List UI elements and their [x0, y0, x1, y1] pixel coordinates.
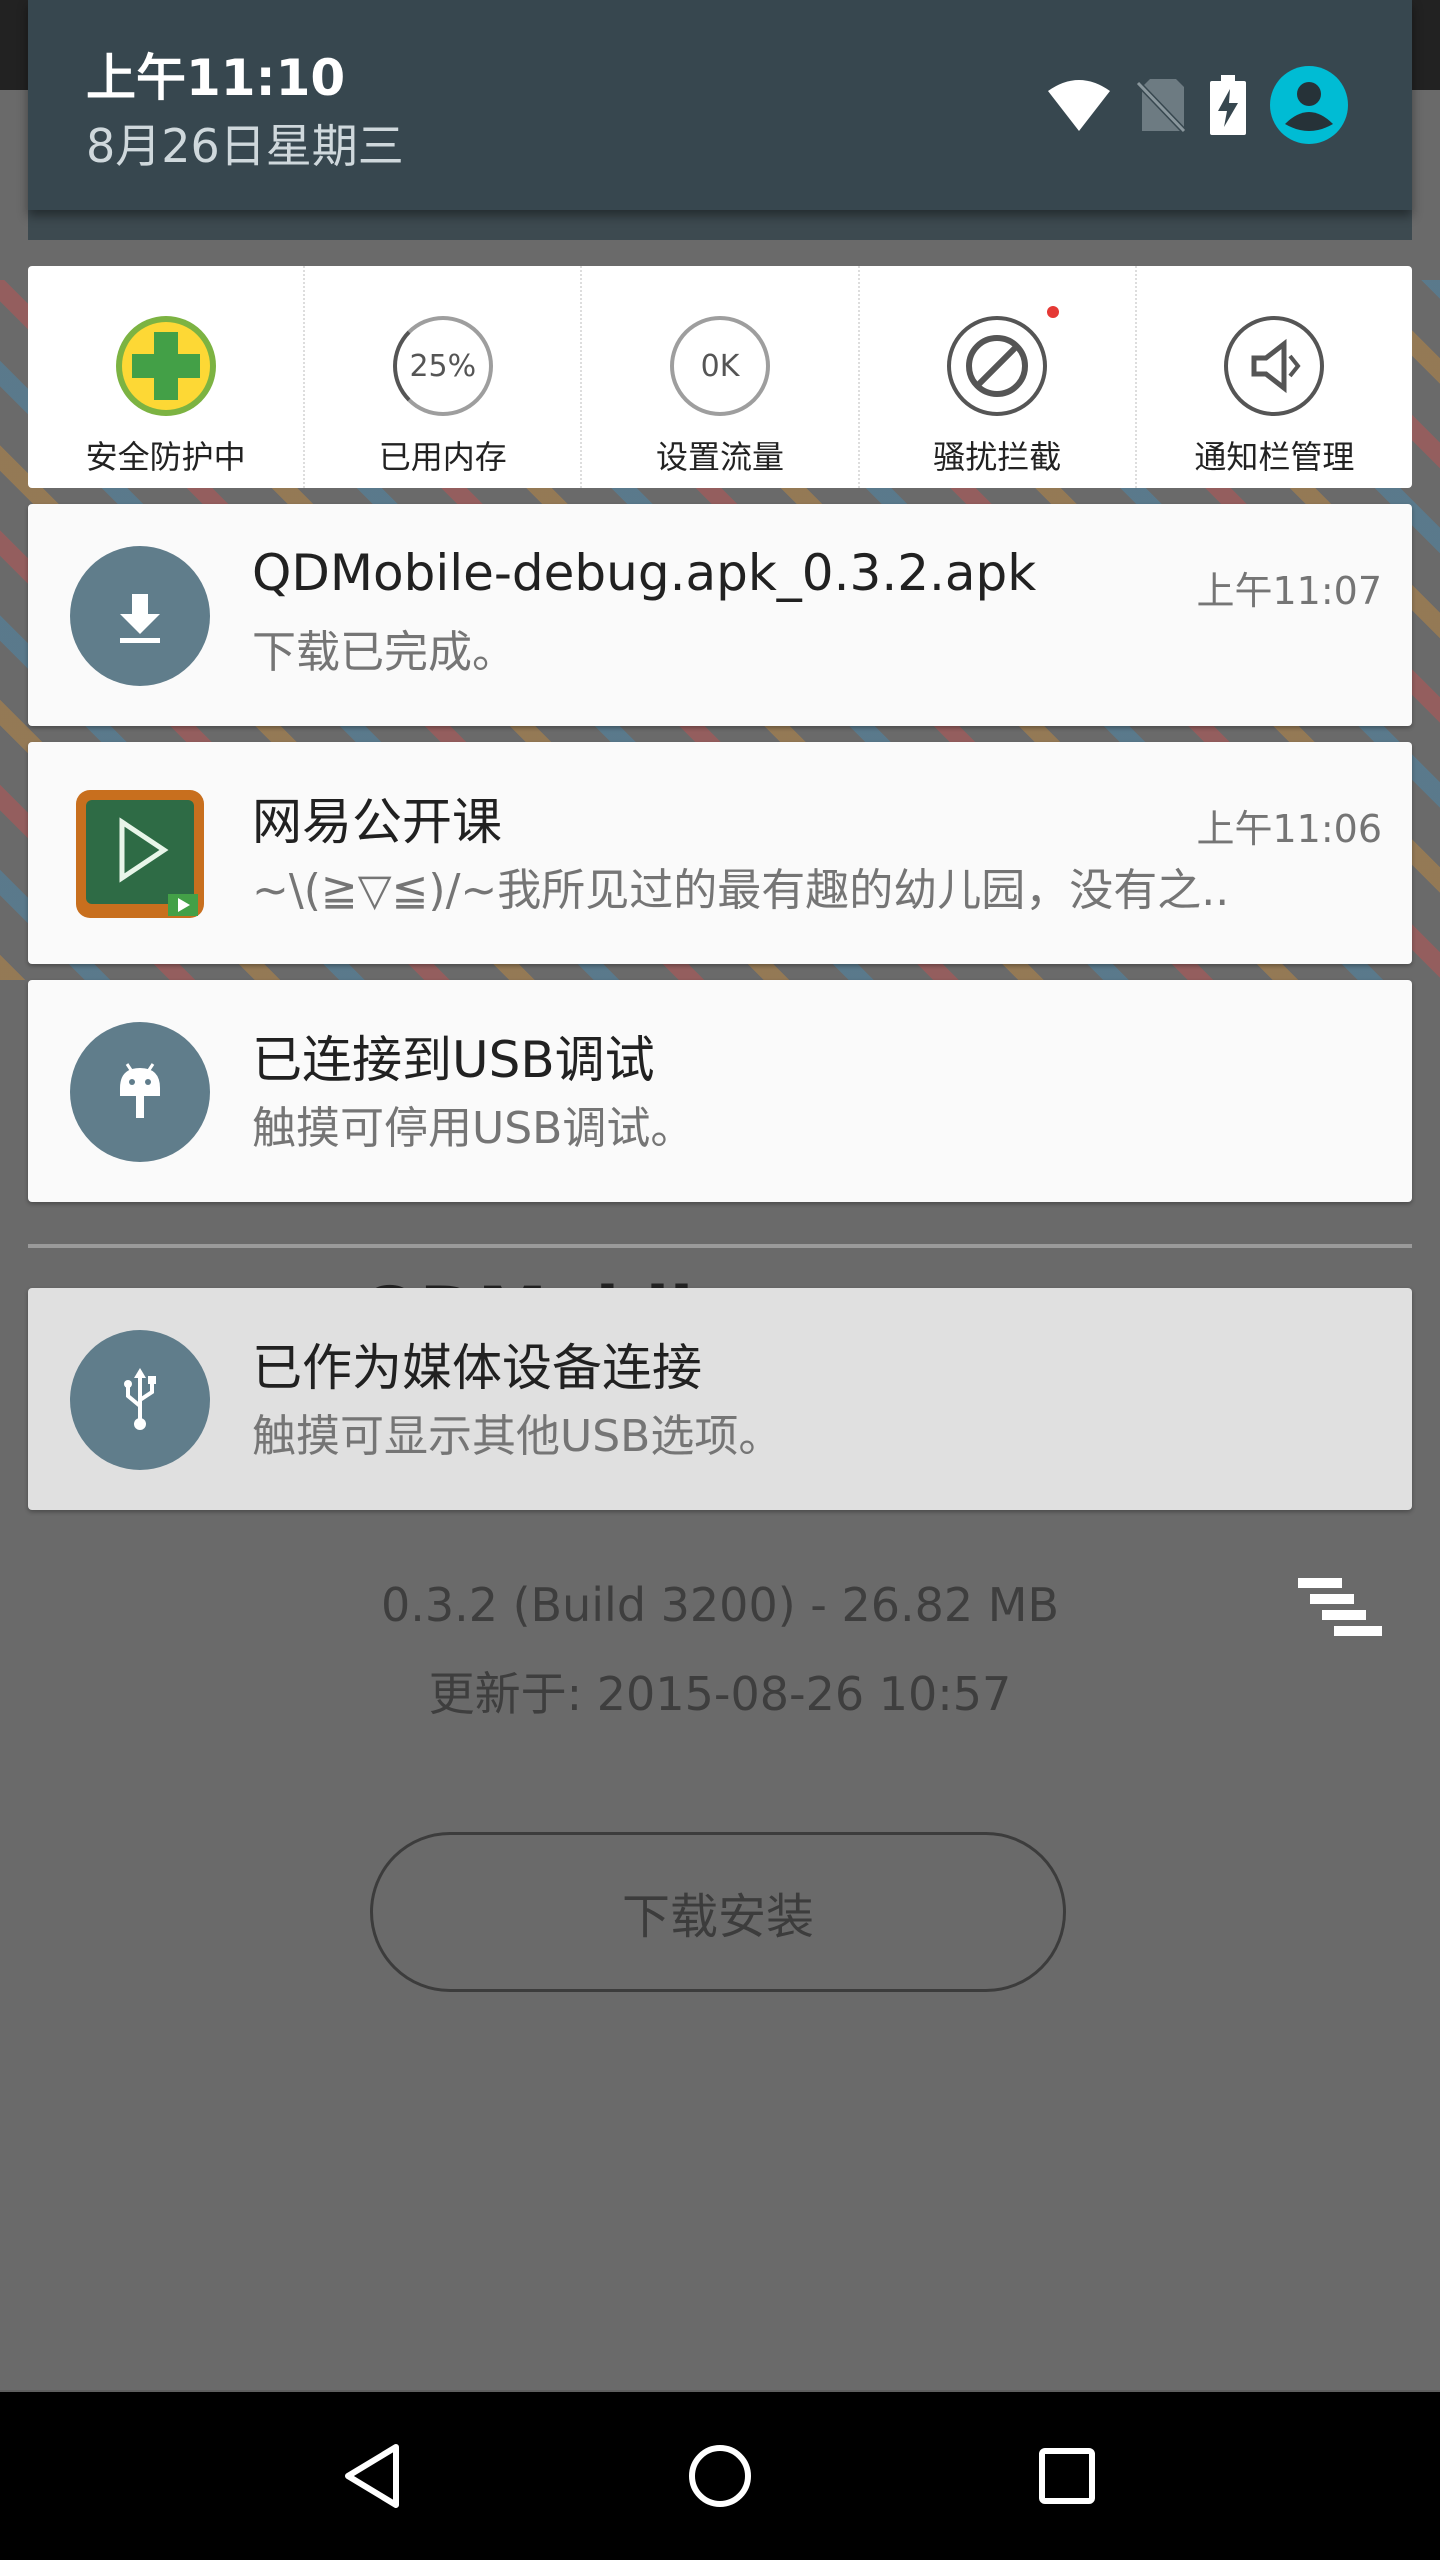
qs-block[interactable]: 骚扰拦截 — [860, 266, 1137, 488]
menu-icon[interactable] — [1298, 1578, 1382, 1638]
quick-settings-panel: 安全防护中 25% 已用内存 0K 设置流量 骚扰拦截 通知栏管理 — [28, 266, 1412, 488]
qs-data[interactable]: 0K 设置流量 — [582, 266, 860, 488]
usb-icon — [70, 1330, 210, 1470]
navigation-bar — [0, 2392, 1440, 2560]
home-icon — [688, 2445, 751, 2507]
shield-plus-icon — [114, 314, 218, 418]
home-button[interactable] — [680, 2436, 760, 2516]
notification-text: 下载已完成。 — [252, 627, 516, 678]
back-icon — [345, 2444, 400, 2508]
notification-163-open-course[interactable]: 网易公开课 ~\(≧▽≦)/~我所见过的最有趣的幼儿园，没有之.. 上午11:0… — [28, 742, 1412, 964]
notification-time: 上午11:07 — [1196, 569, 1382, 613]
status-header: 上午11:10 8月26日星期三 — [28, 0, 1412, 210]
background-divider — [28, 1244, 1412, 1248]
wifi-icon — [1046, 77, 1112, 137]
notification-title: 网易公开课 — [252, 793, 502, 851]
qs-label: 安全防护中 — [85, 438, 246, 476]
notification-usb-debugging[interactable]: 已连接到USB调试 触摸可停用USB调试。 — [28, 980, 1412, 1202]
user-avatar-icon[interactable] — [1270, 66, 1348, 148]
version-info: 0.3.2 (Build 3200) - 26.82 MB — [380, 1578, 1060, 1632]
qs-label: 设置流量 — [656, 438, 785, 476]
notification-text: ~\(≧▽≦)/~我所见过的最有趣的幼儿园，没有之.. — [252, 865, 1230, 916]
speaker-icon — [1222, 314, 1326, 418]
data-gauge-icon: 0K — [670, 316, 770, 416]
back-button[interactable] — [333, 2436, 413, 2516]
recents-icon — [1038, 2448, 1095, 2504]
qs-label: 骚扰拦截 — [933, 438, 1062, 476]
new-badge — [1047, 306, 1060, 318]
notification-title: QDMobile-debug.apk_0.3.2.apk — [252, 544, 1037, 602]
updated-date: 更新于: 2015-08-26 10:57 — [428, 1667, 1012, 1721]
status-icons — [1046, 66, 1348, 148]
no-sim-icon — [1135, 77, 1187, 137]
notification-text: 触摸可显示其他USB选项。 — [252, 1411, 783, 1462]
notification-title: 已连接到USB调试 — [252, 1031, 655, 1089]
qs-notification-manager[interactable]: 通知栏管理 — [1137, 266, 1412, 488]
qs-label: 已用内存 — [378, 438, 507, 476]
memory-gauge-icon: 25% — [392, 316, 493, 416]
battery-charging-icon — [1210, 75, 1246, 139]
notification-title: 已作为媒体设备连接 — [252, 1339, 702, 1397]
header-shadow — [28, 210, 1412, 240]
notification-media-device[interactable]: 已作为媒体设备连接 触摸可显示其他USB选项。 — [28, 1288, 1412, 1510]
download-icon — [70, 546, 210, 686]
recents-button[interactable] — [1027, 2436, 1107, 2516]
notification-time: 上午11:06 — [1196, 807, 1382, 851]
qs-security[interactable]: 安全防护中 — [28, 266, 306, 488]
notification-text: 触摸可停用USB调试。 — [252, 1103, 695, 1154]
block-icon — [945, 306, 1060, 418]
install-button[interactable]: 下载安装 — [370, 1832, 1066, 1992]
date: 8月26日星期三 — [86, 119, 404, 173]
clock: 上午11:10 — [86, 49, 346, 107]
notification-download[interactable]: QDMobile-debug.apk_0.3.2.apk 下载已完成。 上午11… — [28, 504, 1412, 726]
play-board-icon — [70, 784, 210, 924]
android-icon — [70, 1022, 210, 1162]
qs-memory[interactable]: 25% 已用内存 — [305, 266, 583, 488]
qs-label: 通知栏管理 — [1194, 438, 1355, 476]
